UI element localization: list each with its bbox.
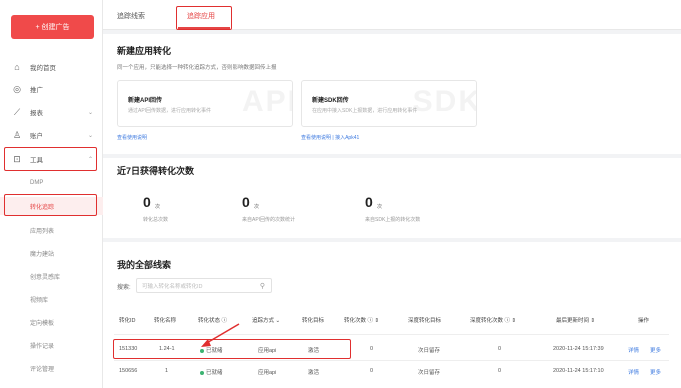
cell-deep-count: 0 bbox=[498, 346, 502, 352]
tab-track-leads[interactable]: 追踪线索 bbox=[117, 11, 145, 21]
sidebar-item-label: 工具 bbox=[30, 157, 43, 164]
col-header-count[interactable]: 转化次数 ⓘ ⇕ bbox=[344, 316, 379, 324]
user-icon: ♙ bbox=[12, 129, 22, 140]
col-header-target: 转化目标 bbox=[302, 318, 325, 324]
list-title: 我的全部线索 bbox=[117, 260, 172, 270]
cell-deep-target: 次日留存 bbox=[418, 348, 441, 354]
api-watermark: API bbox=[241, 85, 293, 118]
details-link[interactable]: 详情 bbox=[628, 368, 639, 376]
table-divider bbox=[114, 334, 669, 335]
sidebar-subitem-operation-log[interactable]: 操作记录 bbox=[0, 336, 103, 354]
card-description: 在应用中接入SDK上报数据，进行应用转化事件 bbox=[312, 108, 418, 114]
search-placeholder: 可输入转化名称或转化ID bbox=[142, 283, 203, 290]
col-header-deep-target: 深度转化目标 bbox=[408, 318, 442, 324]
sidebar-item-label: 账户 bbox=[30, 133, 43, 140]
cell-id: 151330 bbox=[119, 346, 138, 352]
card-title: 新建API回传 bbox=[128, 98, 163, 104]
chart-icon: ⟋ bbox=[13, 106, 21, 117]
stat-api-value: 0 bbox=[242, 194, 250, 210]
sidebar-subitem-targeting-templates[interactable]: 定向模板 bbox=[0, 313, 103, 331]
sidebar-item-label: 推广 bbox=[30, 87, 43, 94]
col-header-name: 转化名称 bbox=[154, 318, 177, 324]
sidebar-item-label: 我的首页 bbox=[30, 65, 56, 72]
api-usage-link[interactable]: 查看使用说明 bbox=[117, 134, 147, 141]
new-sdk-card[interactable]: SDK 新建SDK回传 在应用中接入SDK上报数据，进行应用转化事件 bbox=[301, 80, 477, 127]
sidebar-item-account[interactable]: ♙ 账户 ⌄ bbox=[0, 125, 103, 145]
sidebar-subitem-comment-management[interactable]: 评论管理 bbox=[0, 359, 103, 377]
cell-id: 150656 bbox=[119, 368, 138, 374]
table-divider bbox=[114, 360, 669, 361]
section-title: 新建应用转化 bbox=[117, 46, 172, 56]
cell-target: 激活 bbox=[308, 370, 320, 376]
stat-total-label: 转化总次数 bbox=[143, 217, 169, 223]
sidebar-item-promote[interactable]: ◎ 推广 bbox=[0, 79, 103, 99]
cell-deep-target: 次日留存 bbox=[418, 370, 441, 376]
sidebar-subitem-app-list[interactable]: 应用列表 bbox=[0, 221, 103, 239]
toolbox-icon: ⊡ bbox=[13, 153, 21, 164]
sidebar-subitem-creative-library[interactable]: 创意灵感库 bbox=[0, 267, 103, 285]
cell-status: 已就绪 bbox=[200, 346, 223, 354]
card-description: 通过API回传数据，进行应用转化事件 bbox=[128, 108, 212, 114]
chevron-down-icon: ⌄ bbox=[87, 109, 93, 116]
col-header-deep-count[interactable]: 深度转化次数 ⓘ ⇕ bbox=[470, 316, 516, 324]
more-link[interactable]: 更多 bbox=[650, 368, 661, 376]
stat-total-unit: 次 bbox=[155, 204, 161, 210]
search-icon[interactable]: ⚲ bbox=[260, 282, 265, 290]
col-header-id: 转化ID bbox=[119, 318, 136, 324]
cell-name: 1 bbox=[165, 368, 169, 374]
stat-total-value: 0 bbox=[143, 194, 151, 210]
card-title: 新建SDK回传 bbox=[312, 98, 349, 104]
chevron-down-icon: ⌄ bbox=[87, 132, 93, 139]
sdk-watermark: SDK bbox=[412, 85, 477, 118]
stat-api-label: 来自API回传的次数统计 bbox=[242, 217, 296, 223]
sidebar-item-tools[interactable]: ⊡ 工具 ⌃ bbox=[0, 149, 103, 169]
stat-sdk-value: 0 bbox=[365, 194, 373, 210]
search-label: 搜索: bbox=[117, 285, 131, 291]
cell-target: 激活 bbox=[308, 348, 320, 354]
more-link[interactable]: 更多 bbox=[650, 346, 661, 354]
cell-count: 0 bbox=[370, 368, 374, 374]
sidebar-subitem-video-library[interactable]: 视频库 bbox=[0, 290, 103, 308]
col-header-actions: 操作 bbox=[638, 318, 650, 324]
create-ad-button[interactable]: + 创建广告 bbox=[11, 15, 94, 39]
leads-list-panel: 我的全部线索 搜索: 可输入转化名称或转化ID ⚲ bbox=[103, 242, 681, 388]
cell-status: 已就绪 bbox=[200, 368, 223, 376]
status-dot-icon bbox=[200, 348, 204, 353]
stats-panel: 近7日获得转化次数 0 次 转化总次数 0 次 来自API回传的次数统计 0 次… bbox=[103, 158, 681, 238]
col-header-updated[interactable]: 最后更新时间 ⇕ bbox=[556, 316, 595, 324]
sidebar: + 创建广告 ⌂ 我的首页 ◎ 推广 ⟋ 报表 ⌄ ♙ 账户 ⌄ ⊡ 工具 ⌃ … bbox=[0, 0, 103, 388]
stat-sdk-label: 来自SDK上报的转化次数 bbox=[365, 217, 421, 223]
cell-updated: 2020-11-24 15:17:39 bbox=[553, 346, 604, 352]
cell-count: 0 bbox=[370, 346, 374, 352]
new-api-card[interactable]: API 新建API回传 通过API回传数据，进行应用转化事件 bbox=[117, 80, 293, 127]
sidebar-subitem-conversion-tracking[interactable]: 转化追踪 bbox=[0, 197, 103, 215]
stat-sdk-unit: 次 bbox=[377, 204, 383, 210]
col-header-status: 转化状态 ⓘ bbox=[198, 318, 228, 324]
new-conversion-panel: 新建应用转化 同一个应用，只能选择一种转化追踪方式，否则影响数据回传上报 API… bbox=[103, 34, 681, 154]
cell-updated: 2020-11-24 15:17:10 bbox=[553, 368, 604, 374]
target-icon: ◎ bbox=[13, 83, 21, 94]
sidebar-subitem-dmp[interactable]: DMP bbox=[0, 174, 103, 192]
sidebar-item-home[interactable]: ⌂ 我的首页 bbox=[0, 57, 103, 77]
cell-deep-count: 0 bbox=[498, 368, 502, 374]
col-header-method[interactable]: 追踪方式 ⌄ bbox=[252, 316, 280, 324]
tab-bar: 追踪线索 追踪应用 bbox=[103, 0, 681, 30]
cell-method: 应用api bbox=[258, 370, 277, 376]
active-tab-indicator bbox=[178, 27, 230, 29]
search-input[interactable]: 可输入转化名称或转化ID ⚲ bbox=[136, 278, 272, 293]
cell-method: 应用api bbox=[258, 348, 277, 354]
tab-track-apps[interactable]: 追踪应用 bbox=[187, 11, 215, 21]
sidebar-item-reports[interactable]: ⟋ 报表 ⌄ bbox=[0, 102, 103, 122]
cell-name: 1.24-1 bbox=[159, 346, 175, 352]
home-icon: ⌂ bbox=[14, 62, 20, 72]
sdk-usage-link[interactable]: 查看使用说明 | 接入Apk41 bbox=[301, 134, 359, 141]
chevron-up-icon: ⌃ bbox=[87, 156, 93, 163]
stat-api-unit: 次 bbox=[254, 204, 260, 210]
details-link[interactable]: 详情 bbox=[628, 346, 639, 354]
status-dot-icon bbox=[200, 370, 204, 375]
sidebar-item-label: 报表 bbox=[30, 110, 43, 117]
stats-title: 近7日获得转化次数 bbox=[117, 166, 195, 176]
sidebar-subitem-site-builder[interactable]: 魔力建站 bbox=[0, 244, 103, 262]
section-description: 同一个应用，只能选择一种转化追踪方式，否则影响数据回传上报 bbox=[117, 65, 277, 71]
